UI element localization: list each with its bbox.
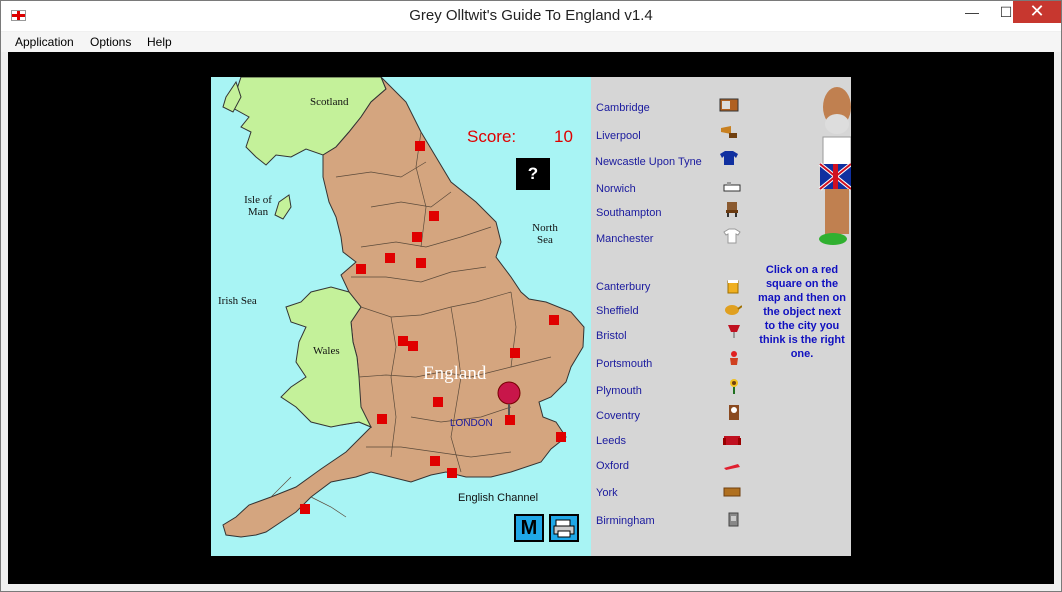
city-marker[interactable]	[415, 141, 425, 151]
city-canterbury: Canterbury	[596, 281, 651, 293]
shirt-icon[interactable]	[719, 150, 739, 166]
city-marker[interactable]	[300, 504, 310, 514]
menu-options[interactable]: Options	[90, 35, 131, 49]
mug-icon[interactable]	[724, 511, 744, 527]
label-london: LONDON	[450, 418, 493, 429]
city-birmingham: Birmingham	[596, 515, 655, 527]
city-leeds: Leeds	[596, 435, 626, 447]
city-southampton: Southampton	[596, 207, 662, 219]
wales-region	[280, 286, 373, 428]
menu-help[interactable]: Help	[147, 35, 172, 49]
score-label: Score:	[467, 127, 517, 146]
close-button[interactable]: ✕	[1013, 1, 1061, 23]
radio-icon[interactable]	[719, 97, 739, 113]
city-marker[interactable]	[408, 341, 418, 351]
city-marker[interactable]	[398, 336, 408, 346]
city-bristol: Bristol	[596, 330, 627, 342]
label-north-sea: North Sea	[532, 222, 558, 246]
city-marker[interactable]	[385, 253, 395, 263]
menu-application[interactable]: Application	[15, 35, 74, 49]
city-marker[interactable]	[356, 264, 366, 274]
mascot-character	[818, 87, 851, 245]
flower-pot-icon[interactable]	[724, 350, 744, 366]
city-cambridge: Cambridge	[596, 102, 650, 114]
label-isle-of-man: Isle of Man	[244, 194, 272, 218]
label-english-channel: English Channel	[458, 492, 539, 504]
instructions-text: Click on a red square on the map and the…	[758, 264, 846, 360]
label-england: England	[423, 363, 487, 384]
city-norwich: Norwich	[596, 183, 636, 195]
city-marker[interactable]	[430, 456, 440, 466]
wine-glass-icon[interactable]	[724, 324, 744, 340]
city-sheffield: Sheffield	[596, 305, 639, 317]
sofa-icon[interactable]	[722, 432, 742, 448]
city-marker[interactable]	[556, 432, 566, 442]
label-scotland: Scotland	[310, 96, 349, 108]
menu-bar: Application Options Help	[1, 32, 1061, 52]
city-plymouth: Plymouth	[596, 385, 642, 397]
city-marker[interactable]	[377, 414, 387, 424]
map-graphic	[222, 77, 585, 538]
sunflower-icon[interactable]	[724, 378, 744, 394]
help-button[interactable]: ?	[516, 158, 550, 190]
chair-icon[interactable]	[722, 201, 742, 217]
print-button[interactable]	[549, 514, 579, 542]
city-marker[interactable]	[429, 211, 439, 221]
city-marker[interactable]	[433, 397, 443, 407]
city-liverpool: Liverpool	[596, 130, 641, 142]
city-oxford: Oxford	[596, 460, 630, 472]
city-marker[interactable]	[505, 415, 515, 425]
score-value: 10	[554, 127, 573, 146]
label-wales: Wales	[313, 345, 340, 357]
gramophone-icon[interactable]	[719, 124, 739, 140]
city-marker[interactable]	[416, 258, 426, 268]
beer-mug-icon[interactable]	[724, 278, 744, 294]
teapot-icon[interactable]	[722, 301, 742, 317]
city-marker[interactable]	[549, 315, 559, 325]
t-shirt-icon[interactable]	[722, 228, 742, 244]
clock-icon[interactable]	[724, 404, 744, 420]
lipstick-icon[interactable]	[722, 458, 742, 474]
city-york: York	[596, 487, 618, 499]
city-manchester: Manchester	[596, 233, 654, 245]
city-marker[interactable]	[510, 348, 520, 358]
england-map: Scotland Isle of Man North Sea Irish Sea…	[211, 77, 591, 556]
city-coventry: Coventry	[596, 410, 641, 422]
title-bar: Grey Olltwit's Guide To England v1.4 — ☐…	[1, 1, 1061, 31]
city-portsmouth: Portsmouth	[596, 358, 653, 370]
minimize-button[interactable]: —	[958, 1, 986, 23]
window-title: Grey Olltwit's Guide To England v1.4	[409, 7, 653, 24]
label-irish-sea: Irish Sea	[218, 295, 257, 307]
city-marker[interactable]	[412, 232, 422, 242]
printer-icon	[553, 519, 575, 538]
city-marker[interactable]	[447, 468, 457, 478]
mustard-tin-icon[interactable]	[722, 179, 742, 195]
chocolate-bar-icon[interactable]	[722, 484, 742, 500]
map-button[interactable]: M	[514, 514, 544, 542]
city-newcastle: Newcastle Upon Tyne	[595, 156, 702, 168]
